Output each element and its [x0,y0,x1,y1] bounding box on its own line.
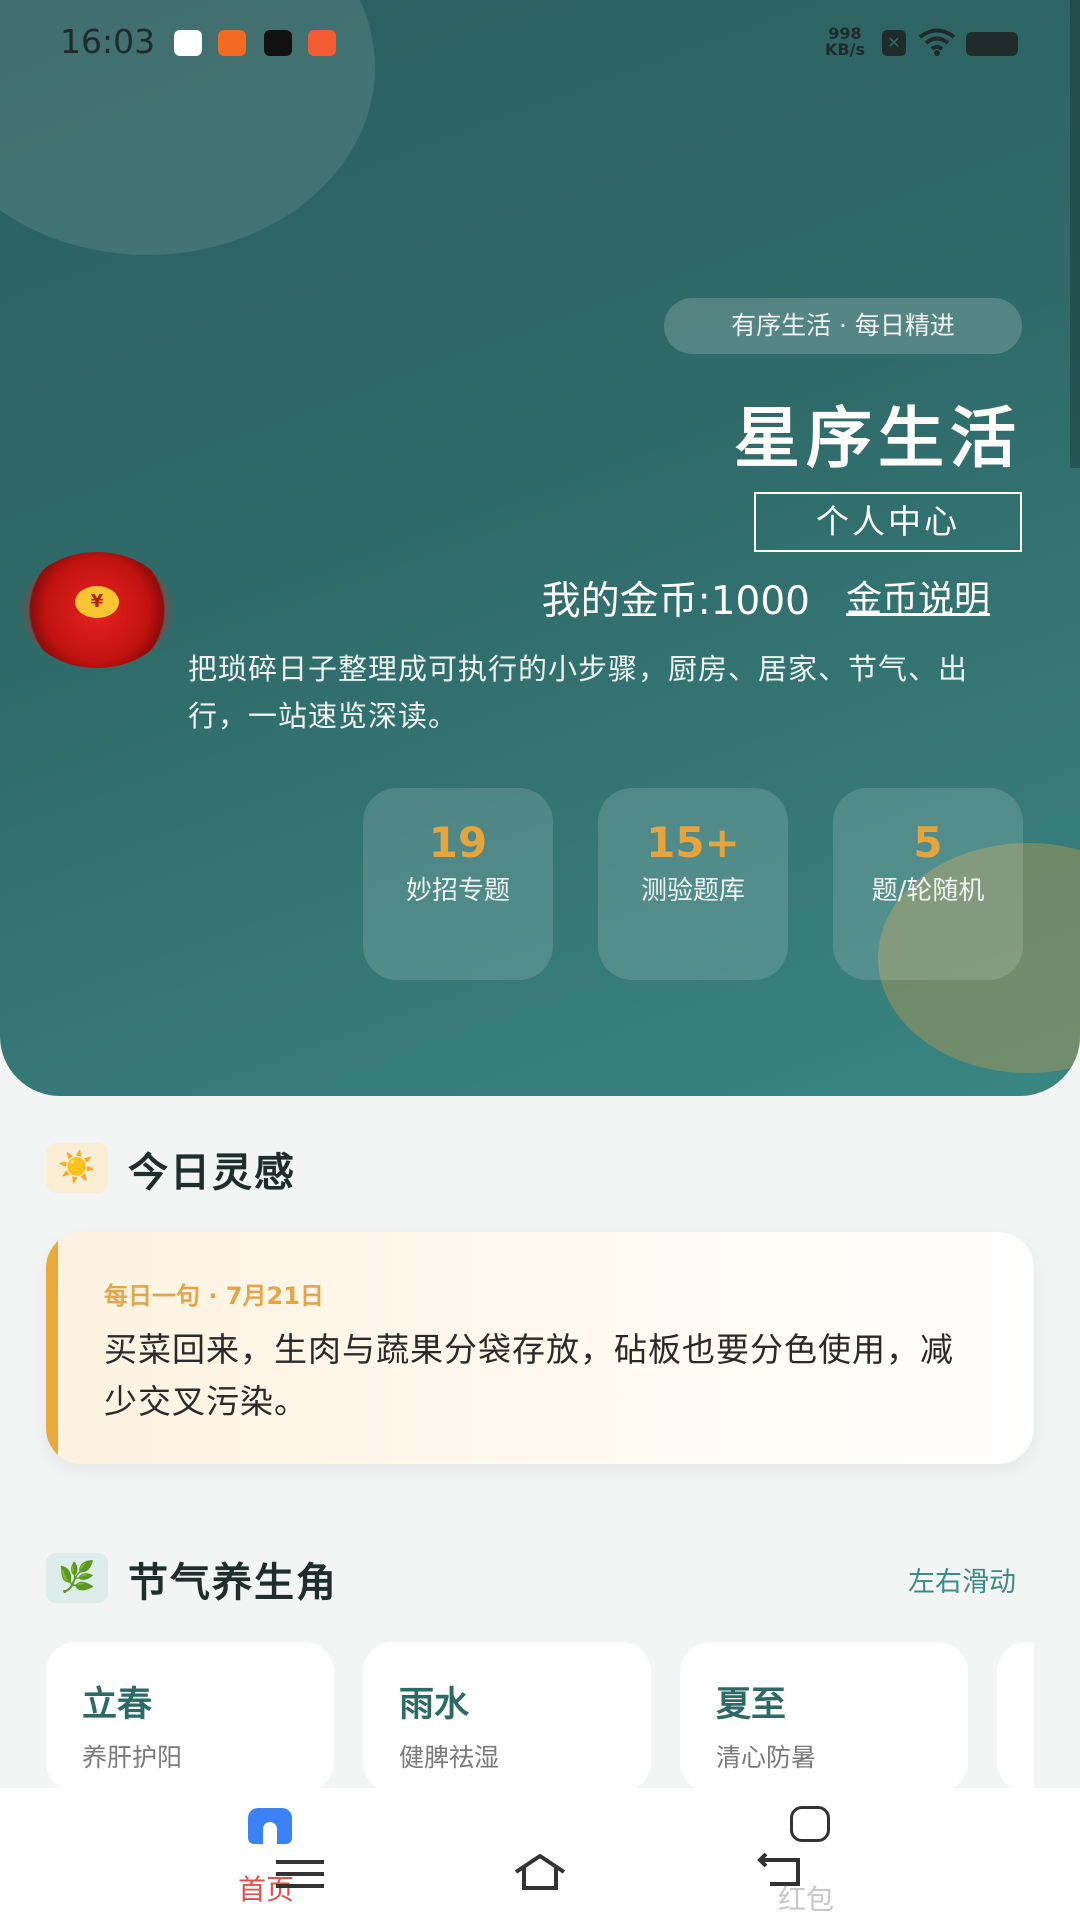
solar-term-card-partial[interactable] [997,1642,1034,1792]
solar-term-card[interactable]: 夏至 清心防暑 [680,1642,968,1792]
coin-balance: 我的金币:1000 [541,579,810,624]
red-packet-tab-icon[interactable] [790,1806,830,1842]
stat-card-quiz-bank: 15+ 测验题库 [598,788,788,980]
home-tab-icon[interactable] [248,1808,292,1844]
status-time: 16:03 [60,22,156,61]
solar-term-name: 立春 [82,1685,153,1725]
net-speed: 998 KB/s [825,26,865,58]
swipe-hint: 左右滑动 [908,1567,1016,1598]
system-menu-icon[interactable] [276,1860,324,1888]
quote-text: 买菜回来，生肉与蔬果分袋存放，砧板也要分色使用，减少交叉污染。 [104,1330,954,1421]
net-speed-unit: KB/s [825,40,865,59]
red-packet-float-button[interactable]: ¥ [22,552,172,668]
solar-term-desc: 养肝护阳 [82,1743,183,1772]
stat-value: 19 [428,818,488,867]
stat-value: 15+ [646,818,740,867]
daily-quote-card[interactable]: 每日一句 · 7月21日 买菜回来，生肉与蔬果分袋存放，砧板也要分色使用，减少交… [46,1232,1034,1464]
solar-term-card[interactable]: 立春 养肝护阳 [46,1642,334,1792]
system-back-icon[interactable] [756,1852,808,1892]
stat-card-topics: 19 妙招专题 [363,788,553,980]
quote-date: 每日一句 · 7月21日 [104,1282,324,1310]
solar-term-name: 夏至 [716,1685,787,1725]
stat-card-questions-per-round: 5 题/轮随机 [833,788,1023,980]
solar-term-name: 雨水 [399,1685,470,1725]
stat-label: 妙招专题 [405,876,510,906]
battery-icon [966,32,1018,56]
kuaishou-icon [218,30,246,56]
leaf-icon: 🌿 [46,1553,108,1603]
coin-explain-link[interactable]: 金币说明 [846,570,990,622]
quote-accent-bar [46,1232,58,1464]
stat-label: 测验题库 [640,876,745,906]
section-title-solar-terms: 节气养生角 [128,1560,338,1606]
solar-term-card[interactable]: 雨水 健脾祛湿 [363,1642,651,1792]
sun-icon: ☀️ [46,1143,108,1193]
yuan-coin-icon: ¥ [75,586,119,618]
wifi-icon [918,28,956,56]
kuaishou-lite-icon [308,30,336,56]
hero-banner: 16:03 998 KB/s ✕ 有序生活 · 每日精进 星序生活 个人中心 我… [0,0,1080,1096]
no-sim-icon: ✕ [882,30,906,56]
stat-label: 题/轮随机 [871,876,985,906]
bottom-navigation: 首页 红包 [0,1788,1080,1920]
tagline-pill: 有序生活 · 每日精进 [664,298,1022,354]
baidu-icon [174,30,202,56]
section-title-inspiration: 今日灵感 [128,1150,296,1196]
system-home-icon[interactable] [512,1852,568,1892]
status-bar: 16:03 998 KB/s ✕ [0,0,1080,86]
solar-term-desc: 健脾祛湿 [399,1743,500,1772]
personal-center-button[interactable]: 个人中心 [754,492,1022,552]
intro-text: 把琐碎日子整理成可执行的小步骤，厨房、居家、节气、出行，一站速览深读。 [188,652,969,733]
solar-term-desc: 清心防暑 [716,1743,817,1772]
app-title: 星序生活 [734,400,1022,477]
stat-value: 5 [913,818,943,867]
douyin-icon [264,30,292,56]
